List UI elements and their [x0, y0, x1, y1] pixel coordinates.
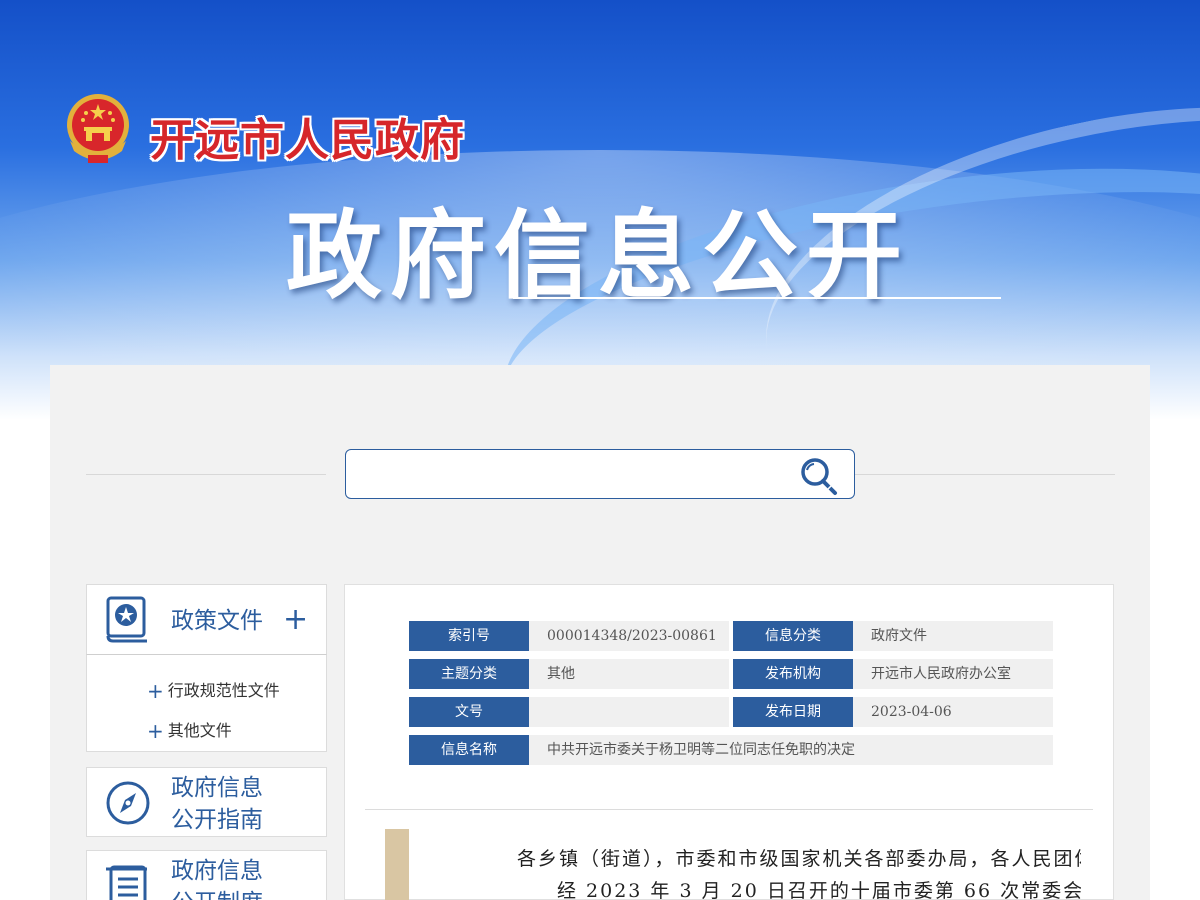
- expand-toggle[interactable]: +: [283, 605, 308, 635]
- site-name[interactable]: 开远市人民政府: [150, 104, 465, 168]
- meta-value: 其他: [529, 659, 729, 689]
- sidebar-subitem-label: 其他文件: [167, 721, 232, 740]
- meta-value: 2023-04-06: [853, 697, 1053, 727]
- meta-key: 文号: [409, 697, 537, 727]
- search-icon[interactable]: [798, 456, 840, 496]
- document-paragraph: 各乡镇（街道），市委和市级国家机关各部委办局，各人民团体: [517, 848, 1081, 870]
- meta-key: 发布机构: [733, 659, 861, 689]
- sidebar-submenu: + 行政规范性文件 + 其他文件: [86, 655, 327, 752]
- sidebar-item-label: 政府信息公开指南: [171, 775, 263, 833]
- national-emblem-icon: [67, 94, 129, 163]
- meta-key: 信息分类: [733, 621, 861, 651]
- document-body: 各乡镇（街道），市委和市级国家机关各部委办局，各人民团体 经 2023 年 3 …: [425, 843, 1081, 900]
- search-box: [345, 449, 855, 499]
- meta-key: 发布日期: [733, 697, 861, 727]
- sidebar-item-label: 政策文件: [171, 608, 263, 634]
- document-decoration: [385, 829, 409, 900]
- title-underline: [513, 297, 1001, 299]
- meta-key: 信息名称: [409, 735, 537, 765]
- sidebar-item-label: 政府信息公开制度: [171, 858, 263, 900]
- meta-value: 中共开远市委关于杨卫明等二位同志任免职的决定: [529, 735, 1053, 765]
- meta-key: 索引号: [409, 621, 537, 651]
- sidebar-subitem-other-documents[interactable]: + 其他文件: [147, 717, 232, 743]
- sidebar-item-disclosure-guide[interactable]: 政府信息公开指南: [86, 767, 327, 837]
- main-panel: 政策文件 + +行政规范性文件 +其他文件 政府信息公开指南 政府信息公开制度: [50, 365, 1150, 900]
- sidebar-subitem-normative-documents[interactable]: + 行政规范性文件: [147, 677, 280, 703]
- sidebar-item-policy-documents[interactable]: 政策文件 +: [86, 584, 327, 655]
- meta-value: 政府文件: [853, 621, 1053, 651]
- meta-value: 000014348/2023-00861: [529, 621, 729, 651]
- content-divider: [365, 809, 1093, 810]
- meta-value: 开远市人民政府办公室: [853, 659, 1053, 689]
- header-banner: 开远市人民政府 政府信息公开: [0, 0, 1200, 420]
- document-list-icon: [106, 865, 147, 900]
- meta-key: 主题分类: [409, 659, 537, 689]
- book-star-icon: [106, 596, 147, 643]
- search-divider-right: [855, 474, 1115, 475]
- search-input[interactable]: [356, 458, 776, 490]
- sidebar-subitem-label: 行政规范性文件: [167, 681, 280, 700]
- document-content: 索引号 000014348/2023-00861 信息分类 政府文件 主题分类 …: [344, 584, 1114, 900]
- document-paragraph: 经 2023 年 3 月 20 日召开的十届市委第 66 次常委会会议研究: [557, 880, 1081, 900]
- meta-value: [529, 697, 729, 727]
- search-divider-left: [86, 474, 326, 475]
- compass-icon: [106, 781, 150, 825]
- plus-icon: +: [147, 679, 164, 703]
- sidebar-item-disclosure-system[interactable]: 政府信息公开制度: [86, 850, 327, 900]
- plus-icon: +: [147, 719, 164, 743]
